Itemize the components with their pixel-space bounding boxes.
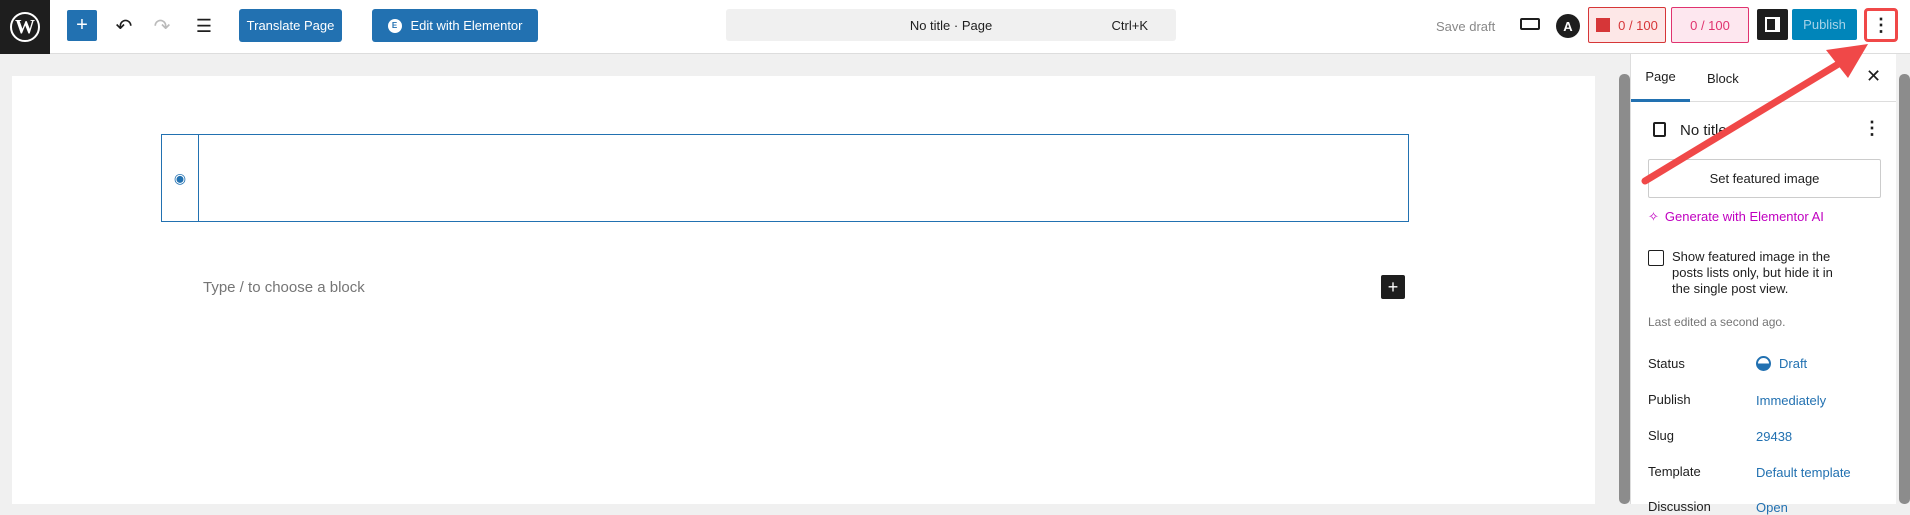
annotation-arrow — [1641, 44, 1868, 185]
